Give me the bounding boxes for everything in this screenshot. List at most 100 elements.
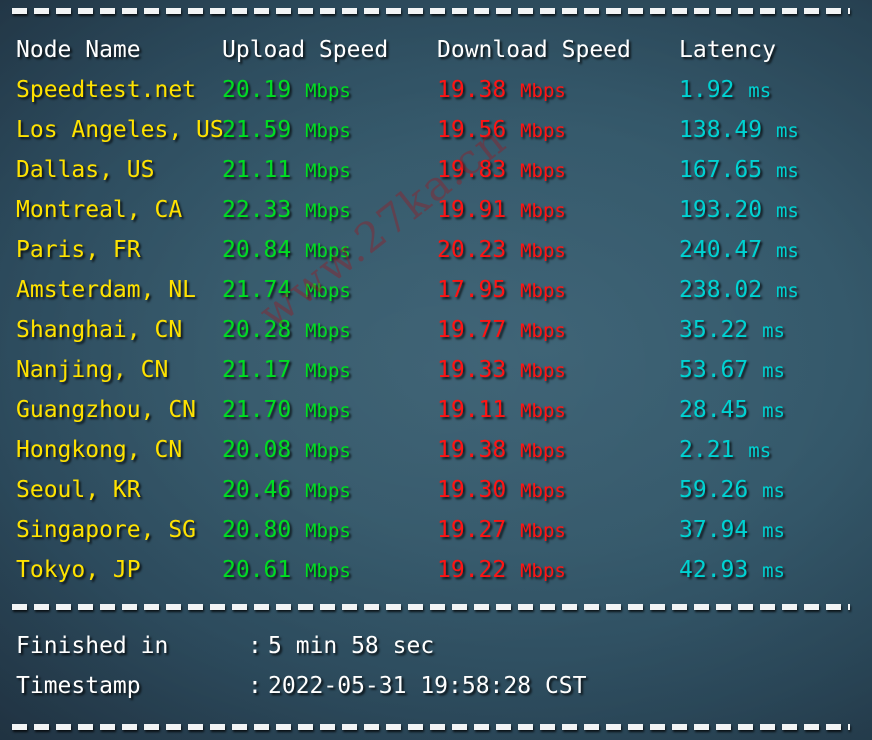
- cell-download-speed-value: 19.27: [437, 517, 507, 543]
- cell-upload-speed-unit: Mbps: [305, 240, 351, 262]
- speedtest-result-screen: Node Name Upload Speed Download Speed La…: [0, 0, 872, 740]
- speedtest-results-table: Node Name Upload Speed Download Speed La…: [0, 30, 872, 590]
- summary-colon: :: [248, 633, 262, 659]
- cell-download-speed-value: 19.38: [437, 437, 507, 463]
- cell-node-name: Shanghai, CN: [16, 310, 182, 350]
- cell-download-speed: 19.38 Mbps: [437, 70, 566, 111]
- table-row: Tokyo, JP 20.61 Mbps 19.22 Mbps 42.93 ms: [0, 550, 872, 590]
- cell-latency: 167.65 ms: [679, 150, 799, 191]
- cell-upload-speed: 20.28 Mbps: [222, 310, 351, 351]
- cell-node-name: Paris, FR: [16, 230, 141, 270]
- cell-latency-unit: ms: [748, 80, 772, 102]
- table-row: Nanjing, CN 21.17 Mbps 19.33 Mbps 53.67 ms: [0, 350, 872, 390]
- cell-upload-speed: 20.84 Mbps: [222, 230, 351, 271]
- cell-latency-unit: ms: [775, 280, 799, 302]
- cell-upload-speed: 20.61 Mbps: [222, 550, 351, 591]
- cell-node-name-value: Tokyo, JP: [16, 557, 141, 583]
- summary-label: Timestamp: [16, 673, 141, 699]
- cell-node-name-value: Los Angeles, US: [16, 117, 224, 143]
- separator-top: [12, 8, 850, 14]
- cell-latency-unit: ms: [762, 480, 785, 502]
- cell-upload-speed-unit: Mbps: [305, 480, 351, 502]
- cell-download-speed-value: 19.33: [437, 357, 507, 383]
- summary-label: Finished in: [16, 633, 169, 659]
- cell-upload-speed-value: 20.84: [222, 237, 292, 263]
- cell-upload-speed-unit: Mbps: [305, 200, 351, 222]
- cell-node-name-value: Nanjing, CN: [16, 357, 169, 383]
- cell-upload-speed: 21.74 Mbps: [222, 270, 351, 311]
- table-row: Singapore, SG 20.80 Mbps 19.27 Mbps 37.94 m…: [0, 510, 872, 550]
- cell-node-name-value: Seoul, KR: [16, 477, 141, 503]
- cell-download-speed: 17.95 Mbps: [437, 270, 566, 311]
- cell-download-speed: 19.33 Mbps: [437, 350, 566, 391]
- cell-node-name-value: Speedtest.net: [16, 77, 197, 103]
- cell-node-name: Montreal, CA: [16, 190, 182, 230]
- cell-latency: 53.67 ms: [679, 350, 785, 391]
- cell-download-speed-value: 19.91: [437, 197, 507, 223]
- cell-node-name: Nanjing, CN: [16, 350, 168, 390]
- cell-node-name: Dallas, US: [16, 150, 154, 190]
- cell-node-name-value: Dallas, US: [16, 157, 155, 183]
- cell-node-name: Singapore, SG: [16, 510, 196, 550]
- cell-upload-speed-unit: Mbps: [305, 120, 351, 142]
- cell-download-speed: 19.27 Mbps: [437, 510, 566, 551]
- cell-download-speed-unit: Mbps: [520, 480, 566, 502]
- cell-node-name: Guangzhou, CN: [16, 390, 196, 430]
- cell-upload-speed-value: 20.61: [222, 557, 292, 583]
- cell-download-speed-unit: Mbps: [520, 560, 566, 582]
- cell-node-name: Hongkong, CN: [16, 430, 182, 470]
- cell-node-name-value: Shanghai, CN: [16, 317, 183, 343]
- cell-latency-unit: ms: [775, 120, 799, 142]
- cell-node-name-value: Montreal, CA: [16, 197, 183, 223]
- cell-download-speed-unit: Mbps: [520, 320, 566, 342]
- cell-upload-speed: 20.46 Mbps: [222, 470, 351, 511]
- cell-node-name: Speedtest.net: [16, 70, 196, 110]
- cell-download-speed: 19.91 Mbps: [437, 190, 566, 231]
- cell-node-name: Tokyo, JP: [16, 550, 141, 590]
- cell-upload-speed-unit: Mbps: [305, 560, 351, 582]
- cell-latency-value: 35.22: [679, 317, 749, 343]
- cell-node-name: Los Angeles, US: [16, 110, 224, 150]
- summary-colon: :: [248, 673, 262, 699]
- summary-footer: Finished in:5 min 58 sec Timestamp:2022-0…: [0, 626, 872, 706]
- table-header-row: Node Name Upload Speed Download Speed La…: [0, 30, 872, 70]
- cell-upload-speed-unit: Mbps: [305, 80, 351, 102]
- summary-row: Timestamp:2022-05-31 19:58:28 CST: [0, 666, 872, 706]
- cell-latency: 138.49 ms: [679, 110, 799, 151]
- cell-upload-speed-unit: Mbps: [305, 320, 351, 342]
- cell-upload-speed-value: 20.46: [222, 477, 292, 503]
- cell-upload-speed-unit: Mbps: [305, 280, 351, 302]
- cell-download-speed-unit: Mbps: [520, 520, 566, 542]
- cell-upload-speed-unit: Mbps: [305, 440, 351, 462]
- cell-upload-speed-value: 22.33: [222, 197, 292, 223]
- cell-upload-speed-unit: Mbps: [305, 160, 351, 182]
- cell-download-speed-value: 19.83: [437, 157, 507, 183]
- table-row: Los Angeles, US 21.59 Mbps 19.56 Mbps 138.4…: [0, 110, 872, 150]
- table-row: Seoul, KR 20.46 Mbps 19.30 Mbps 59.26 ms: [0, 470, 872, 510]
- cell-download-speed: 19.56 Mbps: [437, 110, 566, 151]
- cell-latency-value: 167.65: [679, 157, 763, 183]
- cell-latency-value: 37.94: [679, 517, 749, 543]
- cell-node-name-value: Singapore, SG: [16, 517, 197, 543]
- cell-download-speed-value: 19.56: [437, 117, 507, 143]
- cell-node-name-value: Guangzhou, CN: [16, 397, 197, 423]
- cell-latency: 193.20 ms: [679, 190, 799, 231]
- cell-upload-speed-value: 21.70: [222, 397, 292, 423]
- cell-upload-speed-value: 21.11: [222, 157, 292, 183]
- cell-node-name: Seoul, KR: [16, 470, 141, 510]
- cell-latency: 2.21 ms: [679, 430, 771, 471]
- cell-upload-speed: 20.80 Mbps: [222, 510, 351, 551]
- table-row: Montreal, CA 22.33 Mbps 19.91 Mbps 193.20 m…: [0, 190, 872, 230]
- cell-latency-value: 138.49: [679, 117, 763, 143]
- cell-latency: 35.22 ms: [679, 310, 785, 351]
- cell-latency-unit: ms: [762, 320, 785, 342]
- cell-latency: 28.45 ms: [679, 390, 785, 431]
- cell-upload-speed: 21.17 Mbps: [222, 350, 351, 391]
- cell-upload-speed: 22.33 Mbps: [222, 190, 351, 231]
- cell-upload-speed-unit: Mbps: [305, 400, 351, 422]
- table-row: Guangzhou, CN 21.70 Mbps 19.11 Mbps 28.45 m…: [0, 390, 872, 430]
- cell-latency-unit: ms: [762, 560, 785, 582]
- cell-latency: 1.92 ms: [679, 70, 771, 111]
- cell-download-speed-unit: Mbps: [520, 160, 566, 182]
- separator-middle: [12, 604, 850, 610]
